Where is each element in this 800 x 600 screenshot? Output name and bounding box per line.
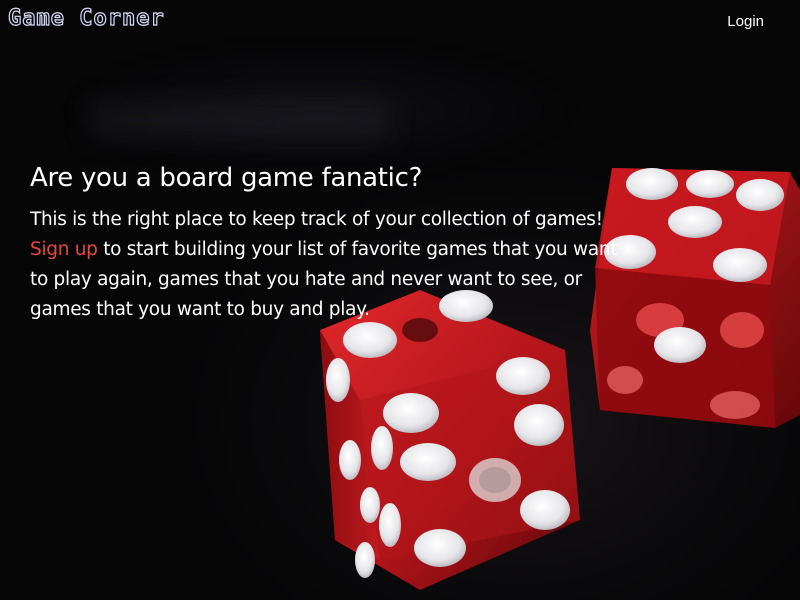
hero-heading: Are you a board game fanatic? [30, 163, 423, 193]
hero-text-start: This is the right place to keep track of… [30, 209, 603, 230]
site-header: Game Corner Login [0, 0, 800, 44]
landing-page: Game Corner Login Are you a board game f… [0, 0, 800, 600]
login-link[interactable]: Login [727, 13, 764, 30]
hero-section: Are you a board game fanatic? This is th… [30, 163, 630, 325]
hero-text-end: to start building your list of favorite … [30, 239, 618, 320]
site-logo[interactable]: Game Corner [7, 5, 165, 31]
signup-link[interactable]: Sign up [30, 239, 98, 260]
hero-description: This is the right place to keep track of… [30, 205, 630, 325]
